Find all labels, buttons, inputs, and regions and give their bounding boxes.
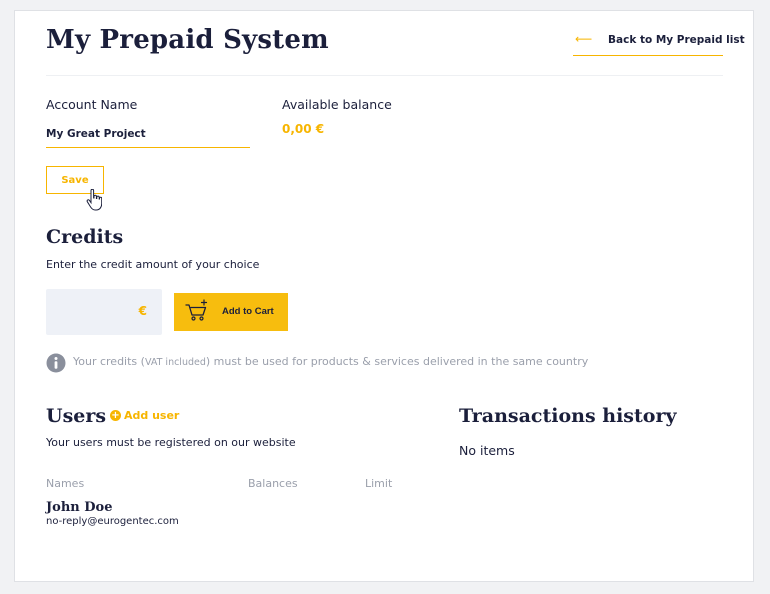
hand-pointer-icon [86, 189, 102, 211]
add-to-cart-label: Add to Cart [222, 306, 274, 317]
credit-amount-input[interactable]: € [46, 289, 162, 335]
users-subtitle: Your users must be registered on our web… [46, 436, 296, 449]
plus-circle-icon: + [110, 410, 121, 421]
credits-subtitle: Enter the credit amount of your choice [46, 258, 260, 271]
transactions-history-title: Transactions history [459, 405, 677, 427]
euro-sign: € [138, 304, 147, 318]
user-name: John Doe [46, 500, 113, 515]
info-icon [46, 353, 66, 373]
transactions-empty-text: No items [459, 443, 515, 458]
account-name-input[interactable] [46, 121, 250, 148]
credits-title: Credits [46, 226, 124, 248]
credits-info-text: Your credits (VAT included) must be used… [73, 355, 589, 368]
page-title: My Prepaid System [46, 25, 329, 55]
column-header-names: Names [46, 477, 85, 490]
account-name-label: Account Name [46, 97, 138, 112]
users-title: Users [46, 405, 107, 427]
prepaid-panel: My Prepaid System ⟵ Back to My Prepaid l… [14, 10, 754, 582]
available-balance-label: Available balance [282, 97, 392, 112]
add-user-label: Add user [124, 409, 180, 422]
column-header-limit: Limit [365, 477, 393, 490]
title-divider [46, 75, 723, 76]
back-to-prepaid-list-link[interactable]: ⟵ Back to My Prepaid list [573, 31, 745, 56]
available-balance-value: 0,00 € [282, 122, 325, 136]
back-link-label: Back to My Prepaid list [608, 34, 745, 46]
user-email: no-reply@eurogentec.com [46, 516, 179, 527]
add-to-cart-button[interactable]: Add to Cart [174, 293, 288, 331]
column-header-balances: Balances [248, 477, 298, 490]
cart-add-icon [185, 299, 208, 321]
arrow-left-icon: ⟵ [575, 32, 593, 46]
